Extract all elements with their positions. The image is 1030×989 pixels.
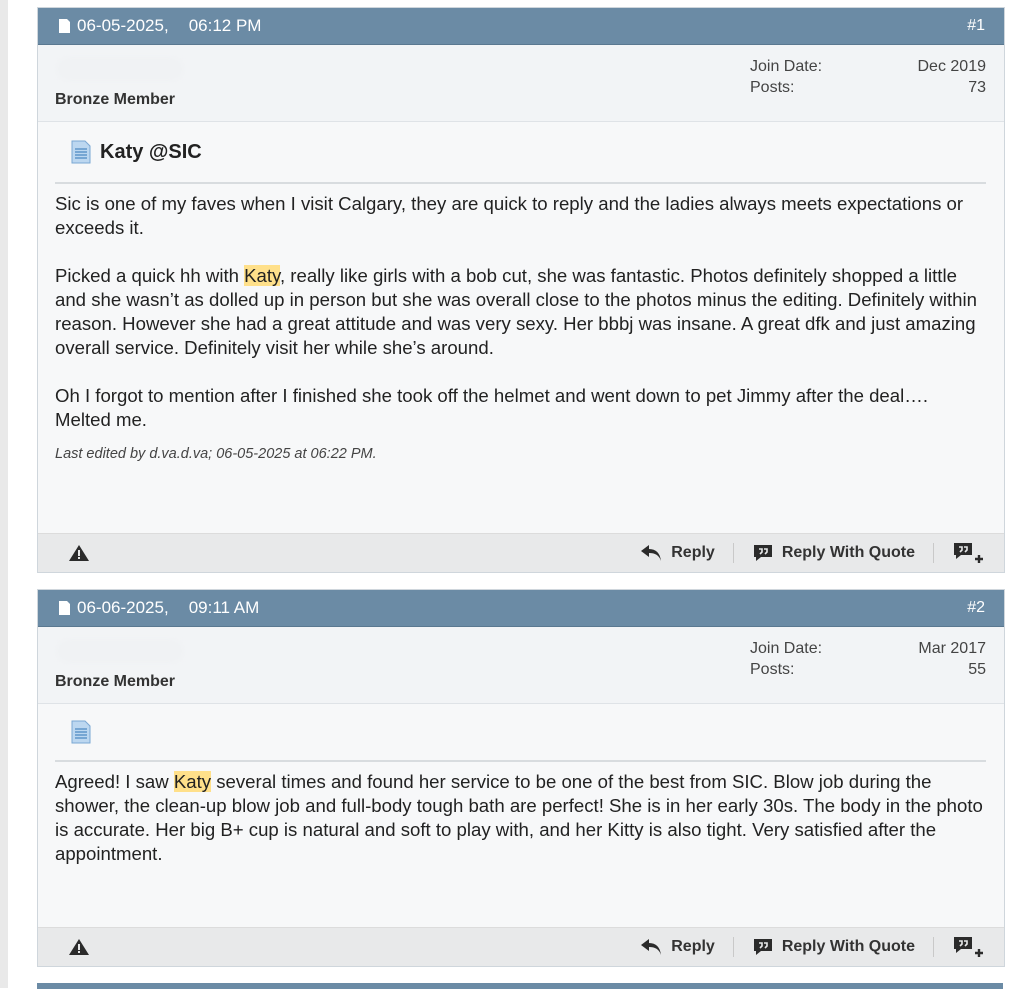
paragraph: Oh I forgot to mention after I finished … bbox=[55, 385, 929, 430]
user-info: Bronze Member Join Date: Mar 2017 Posts: 5… bbox=[38, 627, 1004, 704]
post-content: Sic is one of my faves when I visit Calg… bbox=[55, 192, 986, 466]
search-highlight: Katy bbox=[173, 771, 212, 792]
posts-value: 73 bbox=[968, 79, 986, 96]
reply-button[interactable]: Reply bbox=[639, 937, 715, 957]
document-icon bbox=[59, 19, 70, 33]
reply-with-quote-button[interactable]: Reply With Quote bbox=[752, 937, 915, 957]
report-icon[interactable] bbox=[68, 938, 90, 956]
post-footer: Reply Reply With Quote bbox=[38, 533, 1004, 572]
posts-label: Posts: bbox=[750, 661, 795, 678]
reply-button[interactable]: Reply bbox=[639, 543, 715, 563]
quote-icon bbox=[753, 545, 772, 561]
username-redacted bbox=[60, 61, 180, 77]
post-content: Agreed! I saw Katy several times and fou… bbox=[55, 770, 986, 866]
reply-icon bbox=[641, 939, 662, 955]
user-stats: Join Date: Dec 2019 Posts: 73 bbox=[750, 56, 986, 98]
reply-icon bbox=[641, 545, 662, 561]
post-title: Katy @SIC bbox=[55, 122, 986, 184]
join-date-label: Join Date: bbox=[750, 58, 823, 75]
join-date-value: Mar 2017 bbox=[918, 640, 986, 657]
paragraph: Picked a quick hh with Katy, really like… bbox=[55, 264, 986, 360]
paragraph: Sic is one of my faves when I visit Calg… bbox=[55, 193, 964, 238]
post-number-link[interactable]: #2 bbox=[967, 599, 985, 617]
search-highlight: Katy bbox=[244, 265, 280, 286]
post-1: 06-05-2025, 06:12 PM #1 Bronze Member Jo… bbox=[37, 7, 1005, 573]
username-redacted bbox=[60, 643, 180, 659]
post-date: 06-06-2025, bbox=[77, 598, 169, 617]
post-title bbox=[55, 704, 986, 762]
post-header: 06-05-2025, 06:12 PM #1 bbox=[38, 8, 1004, 45]
post-2: 06-06-2025, 09:11 AM #2 Bronze Member Jo… bbox=[37, 589, 1005, 967]
post-actions: Reply Reply With Quote bbox=[639, 928, 986, 966]
post-header: 06-06-2025, 09:11 AM #2 bbox=[38, 590, 1004, 627]
reply-with-quote-label: Reply With Quote bbox=[781, 544, 915, 561]
user-info: Bronze Member Join Date: Dec 2019 Posts: 7… bbox=[38, 45, 1004, 122]
paragraph: Agreed! I saw Katy several times and fou… bbox=[55, 770, 986, 866]
posts-value: 55 bbox=[968, 661, 986, 678]
reply-with-quote-label: Reply With Quote bbox=[781, 938, 915, 955]
post-body: Katy @SIC Sic is one of my faves when I … bbox=[38, 122, 1004, 466]
user-rank: Bronze Member bbox=[55, 673, 176, 690]
post-body: Agreed! I saw Katy several times and fou… bbox=[38, 704, 1004, 866]
multi-quote-icon[interactable] bbox=[952, 935, 986, 959]
post-footer: Reply Reply With Quote bbox=[38, 927, 1004, 966]
text: Picked a quick hh with bbox=[55, 265, 245, 286]
report-icon[interactable] bbox=[68, 544, 90, 562]
left-rail bbox=[0, 0, 8, 988]
user-stats: Join Date: Mar 2017 Posts: 55 bbox=[750, 638, 986, 680]
text: Agreed! I saw bbox=[55, 771, 174, 792]
post-actions: Reply Reply With Quote bbox=[639, 534, 986, 572]
divider bbox=[732, 543, 734, 563]
post-time: 09:11 AM bbox=[188, 598, 260, 617]
last-edited-note: Last edited by d.va.d.va; 06-05-2025 at … bbox=[55, 446, 377, 462]
post-date: 06-05-2025, bbox=[77, 16, 169, 35]
reply-label: Reply bbox=[671, 938, 715, 955]
post-number-link[interactable]: #1 bbox=[967, 17, 985, 35]
posts-label: Posts: bbox=[750, 79, 795, 96]
reply-label: Reply bbox=[671, 544, 715, 561]
next-post-header bbox=[37, 983, 1003, 989]
post-title-text: Katy @SIC bbox=[100, 140, 202, 163]
document-icon bbox=[71, 720, 91, 744]
divider bbox=[732, 937, 734, 957]
user-rank: Bronze Member bbox=[55, 91, 176, 108]
quote-icon bbox=[753, 939, 772, 955]
join-date-label: Join Date: bbox=[750, 640, 823, 657]
document-icon bbox=[59, 601, 70, 615]
multi-quote-icon[interactable] bbox=[952, 541, 986, 565]
document-icon bbox=[71, 140, 91, 164]
reply-with-quote-button[interactable]: Reply With Quote bbox=[752, 543, 915, 563]
divider bbox=[933, 543, 934, 563]
join-date-value: Dec 2019 bbox=[917, 58, 987, 75]
divider bbox=[933, 937, 934, 957]
post-time: 06:12 PM bbox=[188, 16, 262, 35]
